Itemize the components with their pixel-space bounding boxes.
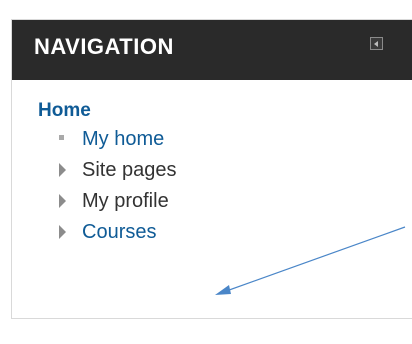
- nav-item-label: My profile: [82, 190, 169, 212]
- dock-block-icon[interactable]: [370, 37, 383, 50]
- nav-home-link[interactable]: Home: [38, 100, 91, 122]
- expand-triangle-icon[interactable]: [59, 225, 66, 239]
- block-title: NAVIGATION: [34, 34, 174, 59]
- expand-triangle-icon[interactable]: [59, 163, 66, 177]
- block-header: NAVIGATION: [12, 20, 412, 80]
- expand-triangle-icon[interactable]: [59, 194, 66, 208]
- nav-item-label: Site pages: [82, 159, 177, 181]
- nav-item-label: Courses: [82, 221, 157, 243]
- navigation-block: NAVIGATION Home My home Site pages My pr…: [11, 19, 412, 319]
- square-bullet-icon: [59, 135, 64, 140]
- nav-item-label: My home: [82, 128, 165, 150]
